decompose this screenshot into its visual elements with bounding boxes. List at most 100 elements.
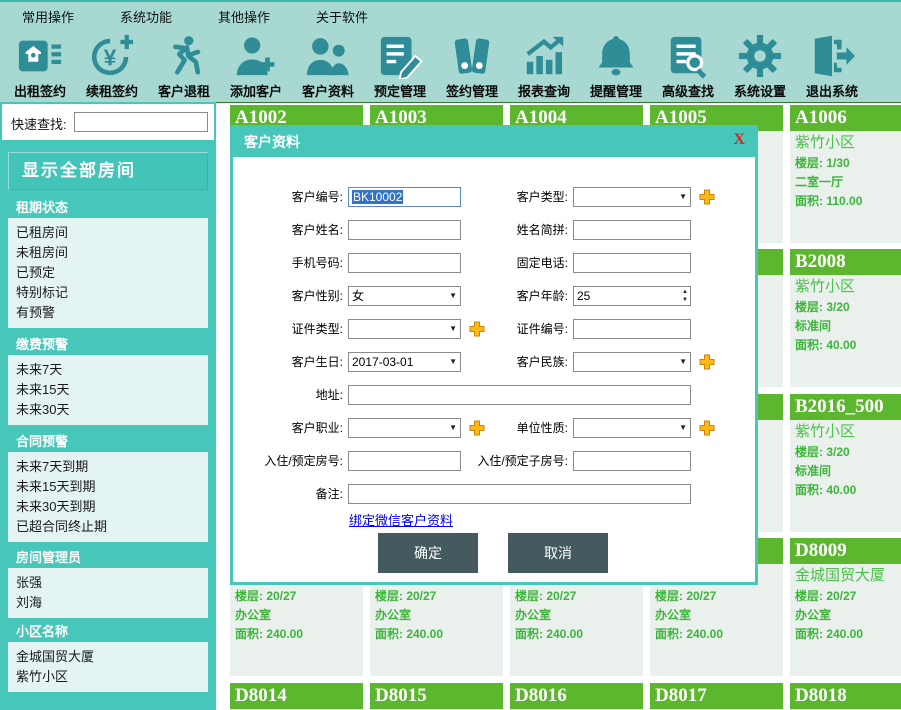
filter-expired[interactable]: 已超合同终止期 <box>8 517 208 537</box>
add-customer-type-button[interactable] <box>699 189 715 205</box>
room-card[interactable]: D8018 <box>790 683 901 710</box>
selected-text: BK10002 <box>352 190 403 204</box>
quick-find-input[interactable] <box>74 112 208 132</box>
address-input[interactable] <box>348 385 691 405</box>
pinyin-input[interactable] <box>573 220 691 240</box>
filter-expire-15-days[interactable]: 未来15天到期 <box>8 477 208 497</box>
show-all-rooms-button[interactable]: 显示全部房间 <box>8 152 208 190</box>
filter-next-30-days[interactable]: 未来30天 <box>8 400 208 420</box>
add-company-type-button[interactable] <box>699 420 715 436</box>
name-input[interactable] <box>348 220 461 240</box>
room-card[interactable]: B2008 紫竹小区 楼层: 3/20 标准间 面积: 40.00 <box>790 249 901 387</box>
section-title: 合同预警 <box>8 432 208 452</box>
menu-common-ops[interactable]: 常用操作 <box>22 7 74 26</box>
room-no-input[interactable] <box>348 451 461 471</box>
area-line: 面积: 240.00 <box>655 625 779 644</box>
room-card[interactable]: D8016 <box>510 683 643 710</box>
toolbar-contract-management[interactable]: 签约管理 <box>436 28 508 102</box>
toolbar-label: 退出系统 <box>806 81 858 100</box>
birthday-picker[interactable]: 2017-03-01▼ <box>348 352 461 372</box>
filter-rented-rooms[interactable]: 已租房间 <box>8 223 208 243</box>
toolbar-label: 出租签约 <box>14 81 66 100</box>
age-stepper[interactable]: 25▲▼ <box>573 286 691 306</box>
toolbar-booking-management[interactable]: 预定管理 <box>364 28 436 102</box>
floor-line: 楼层: 20/27 <box>655 587 779 606</box>
filter-next-15-days[interactable]: 未来15天 <box>8 380 208 400</box>
toolbar-advanced-search[interactable]: 高级查找 <box>652 28 724 102</box>
customer-type-select[interactable]: ▼ <box>573 187 691 207</box>
menu-about[interactable]: 关于软件 <box>316 7 368 26</box>
floor-line: 楼层: 20/27 <box>515 587 639 606</box>
id-type-select[interactable]: ▼ <box>348 319 461 339</box>
menu-other-ops[interactable]: 其他操作 <box>218 7 270 26</box>
company-type-select[interactable]: ▼ <box>573 418 691 438</box>
filter-expire-7-days[interactable]: 未来7天到期 <box>8 457 208 477</box>
room-card[interactable]: B2016_500 紫竹小区 楼层: 3/20 标准间 面积: 40.00 <box>790 394 901 532</box>
settings-gear-icon <box>737 33 783 79</box>
toolbar-exit-system[interactable]: 退出系统 <box>796 28 868 102</box>
toolbar-label: 系统设置 <box>734 81 786 100</box>
remark-input[interactable] <box>348 484 691 504</box>
filter-manager[interactable]: 刘海 <box>8 593 208 613</box>
menu-system-functions[interactable]: 系统功能 <box>120 7 172 26</box>
toolbar-reminder-management[interactable]: 提醒管理 <box>580 28 652 102</box>
mobile-input[interactable] <box>348 253 461 273</box>
filter-vacant-rooms[interactable]: 未租房间 <box>8 243 208 263</box>
room-card[interactable]: D8015 <box>370 683 503 710</box>
room-card[interactable]: D8009 金城国贸大厦 楼层: 20/27 办公室 面积: 240.00 <box>790 538 901 676</box>
toolbar-renew-contract[interactable]: ¥ 续租签约 <box>76 28 148 102</box>
room-card[interactable]: D8014 <box>230 683 363 710</box>
bind-wechat-link[interactable]: 绑定微信客户资料 <box>349 510 453 529</box>
room-card[interactable]: A1006 紫竹小区 楼层: 1/30 二室一厅 面积: 110.00 <box>790 105 901 243</box>
toolbar-rent-contract[interactable]: 出租签约 <box>4 28 76 102</box>
area-line: 面积: 240.00 <box>375 625 499 644</box>
chevron-down-icon: ▼ <box>679 424 687 432</box>
sub-room-no-input[interactable] <box>573 451 691 471</box>
toolbar-system-settings[interactable]: 系统设置 <box>724 28 796 102</box>
section-title: 租期状态 <box>8 198 208 218</box>
id-no-input[interactable] <box>573 319 691 339</box>
customer-type-label: 客户类型: <box>453 187 568 207</box>
company-type-label: 单位性质: <box>453 418 568 438</box>
room-id: D8016 <box>510 683 643 709</box>
filter-special-mark[interactable]: 特别标记 <box>8 283 208 303</box>
type-line: 办公室 <box>515 606 639 625</box>
toolbar-customer-info[interactable]: 客户资料 <box>292 28 364 102</box>
toolbar-add-customer[interactable]: 添加客户 <box>220 28 292 102</box>
filter-estate[interactable]: 金城国贸大厦 <box>8 647 208 667</box>
age-label: 客户年龄: <box>453 286 568 306</box>
close-icon[interactable]: X <box>733 131 745 149</box>
filter-next-7-days[interactable]: 未来7天 <box>8 360 208 380</box>
filter-manager[interactable]: 张强 <box>8 573 208 593</box>
floor-line: 楼层: 3/20 <box>795 298 901 317</box>
toolbar-customer-checkout[interactable]: 客户退租 <box>148 28 220 102</box>
filter-reserved[interactable]: 已预定 <box>8 263 208 283</box>
section-title: 房间管理员 <box>8 548 208 568</box>
cancel-button[interactable]: 取消 <box>508 533 608 573</box>
ok-button[interactable]: 确定 <box>378 533 478 573</box>
section-estate-names: 小区名称 金城国贸大厦 紫竹小区 <box>8 622 208 692</box>
room-card[interactable]: D8017 <box>650 683 783 710</box>
spinner-arrows-icon[interactable]: ▲▼ <box>682 288 688 304</box>
customer-no-input[interactable]: BK10002 <box>348 187 461 207</box>
occupation-label: 客户职业: <box>238 418 343 438</box>
filter-estate[interactable]: 紫竹小区 <box>8 667 208 687</box>
toolbar-report-query[interactable]: 报表查询 <box>508 28 580 102</box>
occupation-select[interactable]: ▼ <box>348 418 461 438</box>
room-id: D8009 <box>790 538 901 564</box>
section-title: 小区名称 <box>8 622 208 642</box>
filter-has-warning[interactable]: 有预警 <box>8 303 208 323</box>
add-ethnicity-button[interactable] <box>699 354 715 370</box>
ethnicity-select[interactable]: ▼ <box>573 352 691 372</box>
filter-expire-30-days[interactable]: 未来30天到期 <box>8 497 208 517</box>
menu-bar: 常用操作 系统功能 其他操作 关于软件 <box>0 4 901 28</box>
telephone-input[interactable] <box>573 253 691 273</box>
svg-text:¥: ¥ <box>104 45 117 71</box>
rent-contract-icon <box>17 33 63 79</box>
room-no-label: 入住/预定房号: <box>238 451 343 471</box>
telephone-label: 固定电话: <box>453 253 568 273</box>
address-label: 地址: <box>238 385 343 405</box>
gender-select[interactable]: 女▼ <box>348 286 461 306</box>
toolbar: 出租签约 ¥ 续租签约 客户退租 添加客户 客户资料 预定管理 签约管理 报表查 <box>4 28 899 102</box>
room-id: D8014 <box>230 683 363 709</box>
